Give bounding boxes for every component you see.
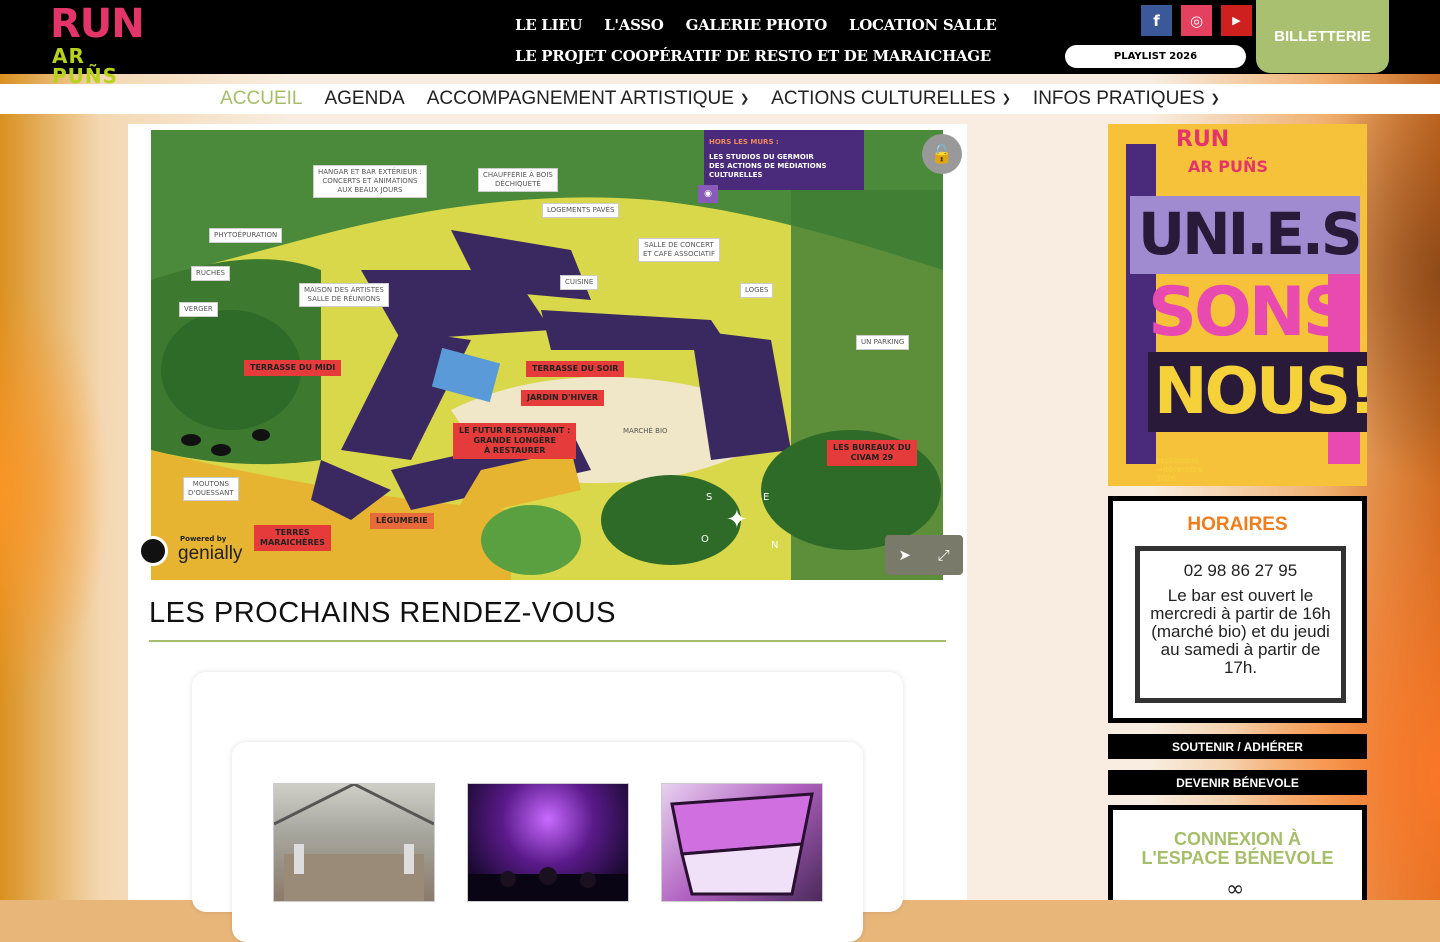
horaires-box: HORAIRES 02 98 86 27 95 Le bar est ouver… <box>1108 496 1367 723</box>
playlist-button[interactable]: PLAYLIST 2026 <box>1065 45 1246 68</box>
site-logo[interactable]: RUN AR PUÑS <box>50 1 150 86</box>
section-divider <box>149 640 946 642</box>
horaires-text: Le bar est ouvert le mercredi à partir d… <box>1150 586 1331 677</box>
chevron-down-icon: ❯ <box>1210 93 1220 105</box>
compass-rose: S E O N ✦ <box>701 490 778 551</box>
map-label-terrasse-soir[interactable]: TERRASSE DU SOIR <box>526 361 625 377</box>
instagram-icon[interactable]: ◎ <box>1181 5 1212 36</box>
youtube-glyph: ▶ <box>1232 14 1241 27</box>
map-label-futur-restaurant[interactable]: LE FUTUR RESTAURANT : GRANDE LONGÈRE À R… <box>453 423 577 459</box>
nav-accueil[interactable]: ACCUEIL <box>220 88 302 110</box>
map-label-loges[interactable]: LOGES <box>740 283 774 298</box>
map-label-verger[interactable]: VERGER <box>179 302 218 317</box>
event-thumbnail-3[interactable] <box>661 783 823 902</box>
genially-text: genially <box>178 543 243 564</box>
horaires-title: HORAIRES <box>1187 514 1288 535</box>
poster-logo-line1: RUN <box>1176 127 1230 152</box>
nav-projet-cooperatif[interactable]: LE PROJET COOPÉRATIF DE RESTO ET DE MARA… <box>515 47 991 65</box>
map-label-terres-maraicheres[interactable]: TERRES MARAICHÈRES <box>254 525 331 551</box>
nav-accompagnement-label: ACCOMPAGNEMENT ARTISTIQUE <box>426 88 734 109</box>
phone-number[interactable]: 02 98 86 27 95 <box>1140 561 1341 581</box>
instagram-glyph: ◎ <box>1189 11 1204 30</box>
nav-infos-label: INFOS PRATIQUES <box>1032 88 1205 109</box>
event-thumbnail-1[interactable] <box>273 782 435 902</box>
poster-logo-line2: AR PUÑS <box>1188 157 1268 176</box>
nav-actions-culturelles[interactable]: ACTIONS CULTURELLES ❯ <box>771 88 1011 110</box>
map-label-salle-concert[interactable]: SALLE DE CONCERT ET CAFÉ ASSOCIATIF <box>638 238 721 262</box>
share-icon[interactable]: ➤ <box>898 546 911 564</box>
map-label-ruches[interactable]: RUCHES <box>191 266 231 281</box>
map-toolbar: ➤ ⤢ <box>885 535 963 575</box>
event-image-graffiti <box>670 792 814 896</box>
hors-les-murs-title: HORS LES MURS : <box>709 138 779 146</box>
facebook-icon[interactable]: f <box>1141 5 1172 36</box>
compass-n: N <box>771 540 779 551</box>
map-label-legumerie[interactable]: LÉGUMERIE <box>370 513 434 529</box>
logo-line1: RUN <box>50 1 145 47</box>
poster-title-2: SONS <box>1148 273 1352 352</box>
compass-star-icon: ✦ <box>726 505 748 535</box>
top-header: RUN AR PUÑS LE LIEU L'ASSO GALERIE PHOTO… <box>0 0 1440 86</box>
nav-accueil-label: ACCUEIL <box>220 88 303 109</box>
interactive-map[interactable]: HORS LES MURS : LES STUDIOS DU GERMOIR D… <box>151 130 943 580</box>
event-image-restaurant <box>273 782 435 901</box>
map-label-jardin-hiver[interactable]: JARDIN D'HIVER <box>521 390 605 406</box>
logo-line2: AR PUÑS <box>52 44 119 88</box>
nav-accompagnement-artistique[interactable]: ACCOMPAGNEMENT ARTISTIQUE ❯ <box>427 88 749 110</box>
map-label-terrasse-midi[interactable]: TERRASSE DU MIDI <box>244 360 342 376</box>
eye-icon[interactable]: ◉ <box>698 185 718 203</box>
map-label-hangar[interactable]: HANGAR ET BAR EXTÉRIEUR : CONCERTS ET AN… <box>313 165 427 198</box>
lock-icon[interactable]: 🔓 <box>922 134 962 174</box>
map-label-moutons[interactable]: MOUTONS D'OUESSANT <box>183 477 239 501</box>
compass-o: O <box>701 534 709 545</box>
youtube-icon[interactable]: ▶ <box>1221 5 1252 36</box>
genially-badge[interactable]: Powered by genially <box>138 533 258 569</box>
facebook-glyph: f <box>1153 11 1160 30</box>
genially-logo-icon <box>138 536 168 566</box>
nav-galerie-photo[interactable]: GALERIE PHOTO <box>686 16 828 34</box>
hors-les-murs-box: HORS LES MURS : LES STUDIOS DU GERMOIR D… <box>704 130 864 190</box>
map-label-logements[interactable]: LOGEMENTS PAVÉS <box>542 203 620 218</box>
horaires-inner: 02 98 86 27 95 Le bar est ouvert le merc… <box>1135 546 1346 703</box>
fullscreen-icon[interactable]: ⤢ <box>938 546 950 564</box>
compass-e: E <box>763 492 770 503</box>
nav-agenda[interactable]: AGENDA <box>324 88 404 110</box>
nav-agenda-label: AGENDA <box>324 88 405 109</box>
map-label-bureaux-civam[interactable]: LES BUREAUX DU CIVAM 29 <box>827 440 917 466</box>
nav-actions-label: ACTIONS CULTURELLES <box>771 88 996 109</box>
section-title: LES PROCHAINS RENDEZ-VOUS <box>149 597 616 629</box>
powered-by-text: Powered by <box>180 535 227 543</box>
nav-asso[interactable]: L'ASSO <box>604 16 664 34</box>
nav-le-lieu[interactable]: LE LIEU <box>515 16 582 34</box>
soutenir-button[interactable]: SOUTENIR / ADHÉRER <box>1108 734 1367 759</box>
map-label-marche-bio[interactable]: MARCHÉ BIO <box>619 425 672 438</box>
connexion-title: CONNEXION À L'ESPACE BÉNEVOLE <box>1141 829 1334 868</box>
hors-les-murs-text: LES STUDIOS DU GERMOIR DES ACTIONS DE MÉ… <box>709 153 827 179</box>
poster-dates: septembre →décembre 2026 <box>1156 456 1203 483</box>
user-group-icon: ∞ <box>1226 877 1245 902</box>
map-illustration <box>151 130 943 580</box>
billetterie-button[interactable]: BILLETTERIE <box>1256 0 1389 73</box>
compass-s: S <box>706 492 713 503</box>
nav-infos-pratiques[interactable]: INFOS PRATIQUES ❯ <box>1033 88 1220 110</box>
connexion-box[interactable]: CONNEXION À L'ESPACE BÉNEVOLE ∞ <box>1108 805 1367 902</box>
benevole-button[interactable]: DEVENIR BÉNEVOLE <box>1108 770 1367 795</box>
event-image-concert <box>468 867 628 901</box>
poster-title-1: UNI.E.S <box>1138 200 1363 268</box>
map-label-phytoepuration[interactable]: PHYTOÉPURATION <box>209 228 283 243</box>
map-label-chaufferie[interactable]: CHAUFFERIE À BOIS DÉCHIQUETÉ <box>478 168 558 192</box>
main-nav: ACCUEIL AGENDA ACCOMPAGNEMENT ARTISTIQUE… <box>0 84 1440 114</box>
event-thumbnail-2[interactable] <box>467 783 629 902</box>
chevron-down-icon: ❯ <box>739 93 750 105</box>
season-poster[interactable]: RUN AR PUÑS UNI.E.S SONS NOUS! septembre… <box>1108 124 1367 486</box>
chevron-down-icon: ❯ <box>1001 93 1011 105</box>
map-label-maison-artistes[interactable]: MAISON DES ARTISTES SALLE DE RÉUNIONS <box>299 283 389 307</box>
map-label-cuisine[interactable]: CUISINE <box>560 275 599 290</box>
nav-location-salle[interactable]: LOCATION SALLE <box>849 16 997 34</box>
top-nav: LE LIEU L'ASSO GALERIE PHOTO LOCATION SA… <box>515 16 997 65</box>
poster-title-3: NOUS! <box>1148 352 1367 432</box>
map-label-parking[interactable]: UN PARKING <box>856 335 910 350</box>
